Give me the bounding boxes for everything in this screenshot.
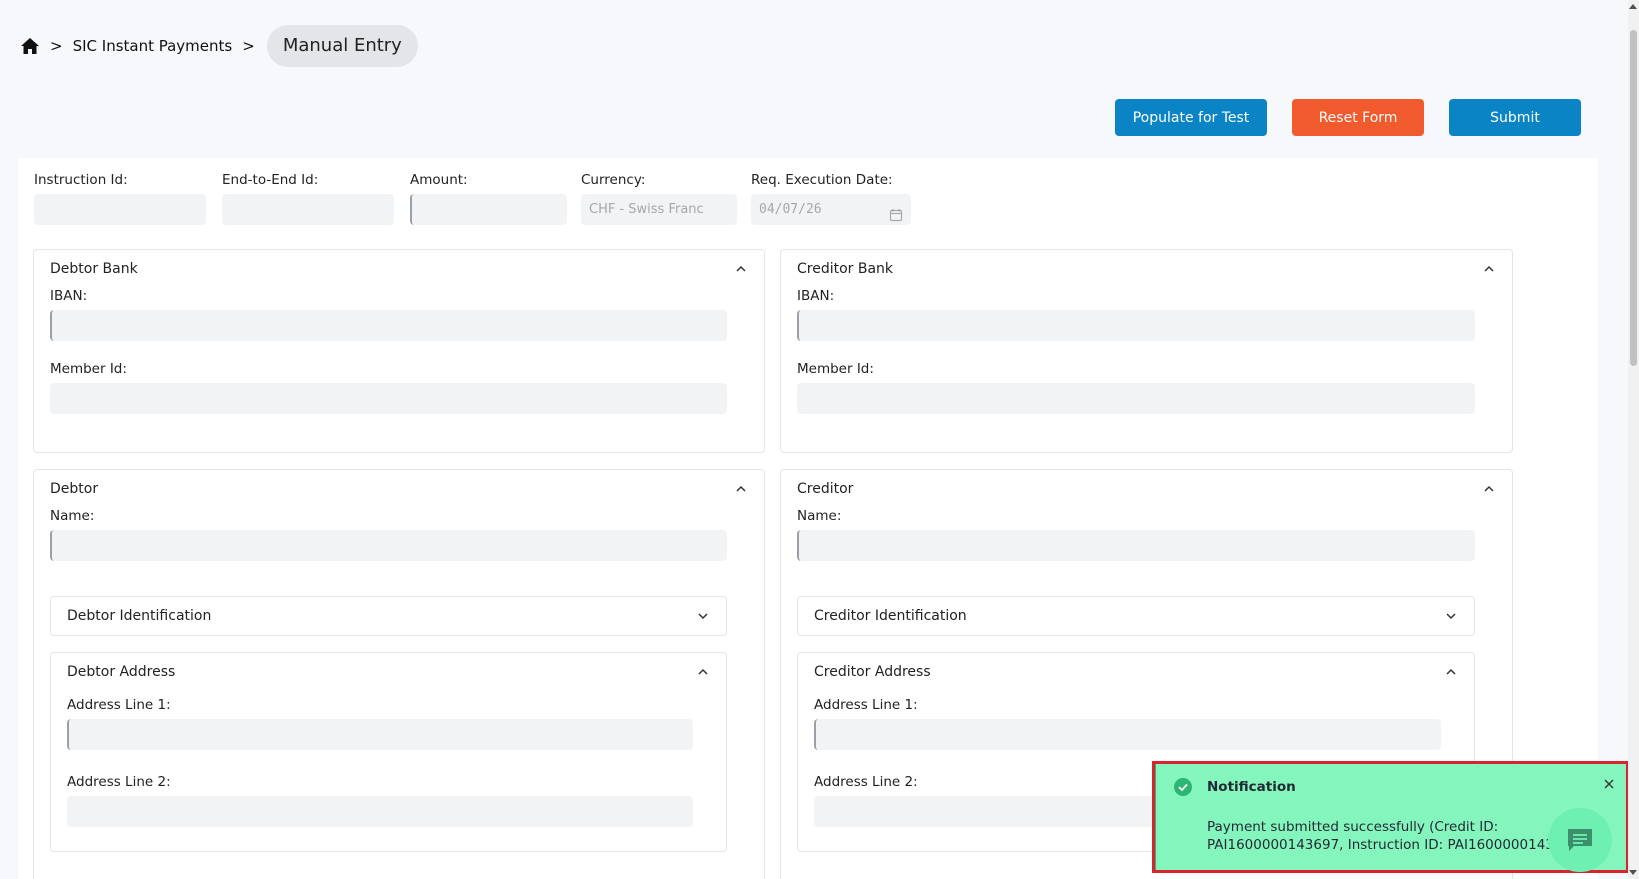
populate-for-test-button[interactable]: Populate for Test bbox=[1115, 99, 1267, 136]
chat-icon bbox=[1565, 826, 1595, 854]
debtor-address-line2-label: Address Line 2: bbox=[67, 774, 171, 790]
debtor-bank-header[interactable]: Debtor Bank bbox=[34, 250, 764, 288]
creditor-iban-label: IBAN: bbox=[797, 288, 835, 304]
creditor-iban-input[interactable] bbox=[797, 310, 1475, 341]
chevron-up-icon[interactable] bbox=[1482, 262, 1496, 276]
debtor-iban-field: IBAN: bbox=[50, 288, 727, 341]
creditor-bank-card: Creditor Bank IBAN: Member Id: bbox=[780, 249, 1513, 453]
creditor-member-id-input[interactable] bbox=[797, 383, 1475, 414]
debtor-name-label: Name: bbox=[50, 508, 95, 524]
debtor-name-field: Name: bbox=[50, 508, 727, 561]
debtor-card: Debtor Name: Debtor Identification Debto… bbox=[33, 469, 765, 879]
creditor-address-line1-input[interactable] bbox=[814, 719, 1441, 750]
breadcrumb-separator: > bbox=[50, 37, 63, 55]
debtor-identification-title: Debtor Identification bbox=[67, 608, 212, 624]
submit-button[interactable]: Submit bbox=[1449, 99, 1581, 136]
debtor-address-title: Debtor Address bbox=[67, 664, 176, 680]
currency-label: Currency: bbox=[581, 172, 646, 188]
reset-form-button[interactable]: Reset Form bbox=[1292, 99, 1424, 136]
chevron-up-icon[interactable] bbox=[696, 665, 710, 679]
debtor-name-input[interactable] bbox=[50, 530, 727, 561]
creditor-bank-title: Creditor Bank bbox=[797, 261, 894, 277]
chevron-down-icon[interactable] bbox=[1444, 609, 1458, 623]
debtor-iban-input[interactable] bbox=[50, 310, 727, 341]
creditor-member-id-label: Member Id: bbox=[797, 361, 874, 377]
scroll-thumb[interactable] bbox=[1630, 30, 1637, 366]
end-to-end-id-input[interactable] bbox=[222, 194, 394, 225]
creditor-address-title: Creditor Address bbox=[814, 664, 931, 680]
creditor-address-line1-field: Address Line 1: bbox=[814, 697, 1441, 750]
amount-field: Amount: bbox=[410, 172, 567, 225]
creditor-name-field: Name: bbox=[797, 508, 1475, 561]
debtor-address-line1-field: Address Line 1: bbox=[67, 697, 693, 750]
execution-date-value: 04/07/26 bbox=[759, 202, 822, 217]
page-scrollbar[interactable] bbox=[1628, 0, 1639, 879]
calendar-icon[interactable] bbox=[889, 203, 903, 221]
debtor-identification-section: Debtor Identification bbox=[50, 596, 727, 636]
currency-select[interactable]: CHF - Swiss Franc bbox=[581, 194, 737, 225]
end-to-end-id-field: End-to-End Id: bbox=[222, 172, 394, 225]
debtor-member-id-input[interactable] bbox=[50, 383, 727, 414]
chevron-up-icon[interactable] bbox=[734, 262, 748, 276]
chevron-up-icon[interactable] bbox=[1482, 482, 1496, 496]
scroll-down-arrow-icon[interactable] bbox=[1629, 870, 1637, 875]
debtor-address-line1-label: Address Line 1: bbox=[67, 697, 171, 713]
creditor-name-label: Name: bbox=[797, 508, 842, 524]
execution-date-picker[interactable]: 04/07/26 bbox=[751, 194, 911, 225]
action-toolbar: Populate for Test Reset Form Submit bbox=[1115, 99, 1581, 136]
debtor-address-header[interactable]: Debtor Address bbox=[51, 653, 726, 691]
chevron-down-icon[interactable] bbox=[696, 609, 710, 623]
creditor-title: Creditor bbox=[797, 481, 854, 497]
debtor-bank-card: Debtor Bank IBAN: Member Id: bbox=[33, 249, 765, 453]
debtor-iban-label: IBAN: bbox=[50, 288, 88, 304]
breadcrumb-current-page: Manual Entry bbox=[266, 25, 418, 67]
chevron-up-icon[interactable] bbox=[734, 482, 748, 496]
breadcrumb-separator: > bbox=[242, 37, 255, 55]
breadcrumb-item-sic-instant-payments[interactable]: SIC Instant Payments bbox=[73, 37, 233, 55]
chevron-up-icon[interactable] bbox=[1444, 665, 1458, 679]
creditor-bank-header[interactable]: Creditor Bank bbox=[781, 250, 1512, 288]
breadcrumb: > SIC Instant Payments > Manual Entry bbox=[20, 25, 418, 67]
instruction-id-input[interactable] bbox=[34, 194, 206, 225]
chat-button[interactable] bbox=[1548, 808, 1612, 872]
amount-input[interactable] bbox=[410, 194, 567, 225]
instruction-id-field: Instruction Id: bbox=[34, 172, 206, 225]
check-circle-icon bbox=[1174, 778, 1192, 796]
debtor-title: Debtor bbox=[50, 481, 99, 497]
instruction-id-label: Instruction Id: bbox=[34, 172, 128, 188]
debtor-address-section: Debtor Address Address Line 1: Address L… bbox=[50, 652, 727, 852]
creditor-identification-section: Creditor Identification bbox=[797, 596, 1475, 636]
debtor-address-line2-field: Address Line 2: bbox=[67, 774, 693, 827]
creditor-identification-header[interactable]: Creditor Identification bbox=[798, 597, 1474, 635]
debtor-identification-header[interactable]: Debtor Identification bbox=[51, 597, 726, 635]
creditor-name-input[interactable] bbox=[797, 530, 1475, 561]
creditor-header[interactable]: Creditor bbox=[781, 470, 1512, 508]
debtor-address-line2-input[interactable] bbox=[67, 796, 693, 827]
creditor-identification-title: Creditor Identification bbox=[814, 608, 967, 624]
debtor-bank-title: Debtor Bank bbox=[50, 261, 138, 277]
end-to-end-id-label: End-to-End Id: bbox=[222, 172, 319, 188]
scroll-up-arrow-icon[interactable] bbox=[1629, 4, 1637, 9]
amount-label: Amount: bbox=[410, 172, 468, 188]
debtor-member-id-field: Member Id: bbox=[50, 361, 727, 414]
creditor-member-id-field: Member Id: bbox=[797, 361, 1475, 414]
creditor-address-header[interactable]: Creditor Address bbox=[798, 653, 1474, 691]
debtor-header[interactable]: Debtor bbox=[34, 470, 764, 508]
execution-date-field: Req. Execution Date: 04/07/26 bbox=[751, 172, 911, 225]
currency-field: Currency: CHF - Swiss Franc bbox=[581, 172, 737, 225]
creditor-address-line1-label: Address Line 1: bbox=[814, 697, 918, 713]
notification-message: Payment submitted successfully (Credit I… bbox=[1207, 819, 1585, 853]
execution-date-label: Req. Execution Date: bbox=[751, 172, 893, 188]
debtor-member-id-label: Member Id: bbox=[50, 361, 127, 377]
notification-title: Notification bbox=[1207, 779, 1296, 795]
creditor-iban-field: IBAN: bbox=[797, 288, 1475, 341]
close-icon[interactable] bbox=[1603, 775, 1615, 789]
debtor-address-line1-input[interactable] bbox=[67, 719, 693, 750]
home-icon[interactable] bbox=[20, 36, 40, 56]
